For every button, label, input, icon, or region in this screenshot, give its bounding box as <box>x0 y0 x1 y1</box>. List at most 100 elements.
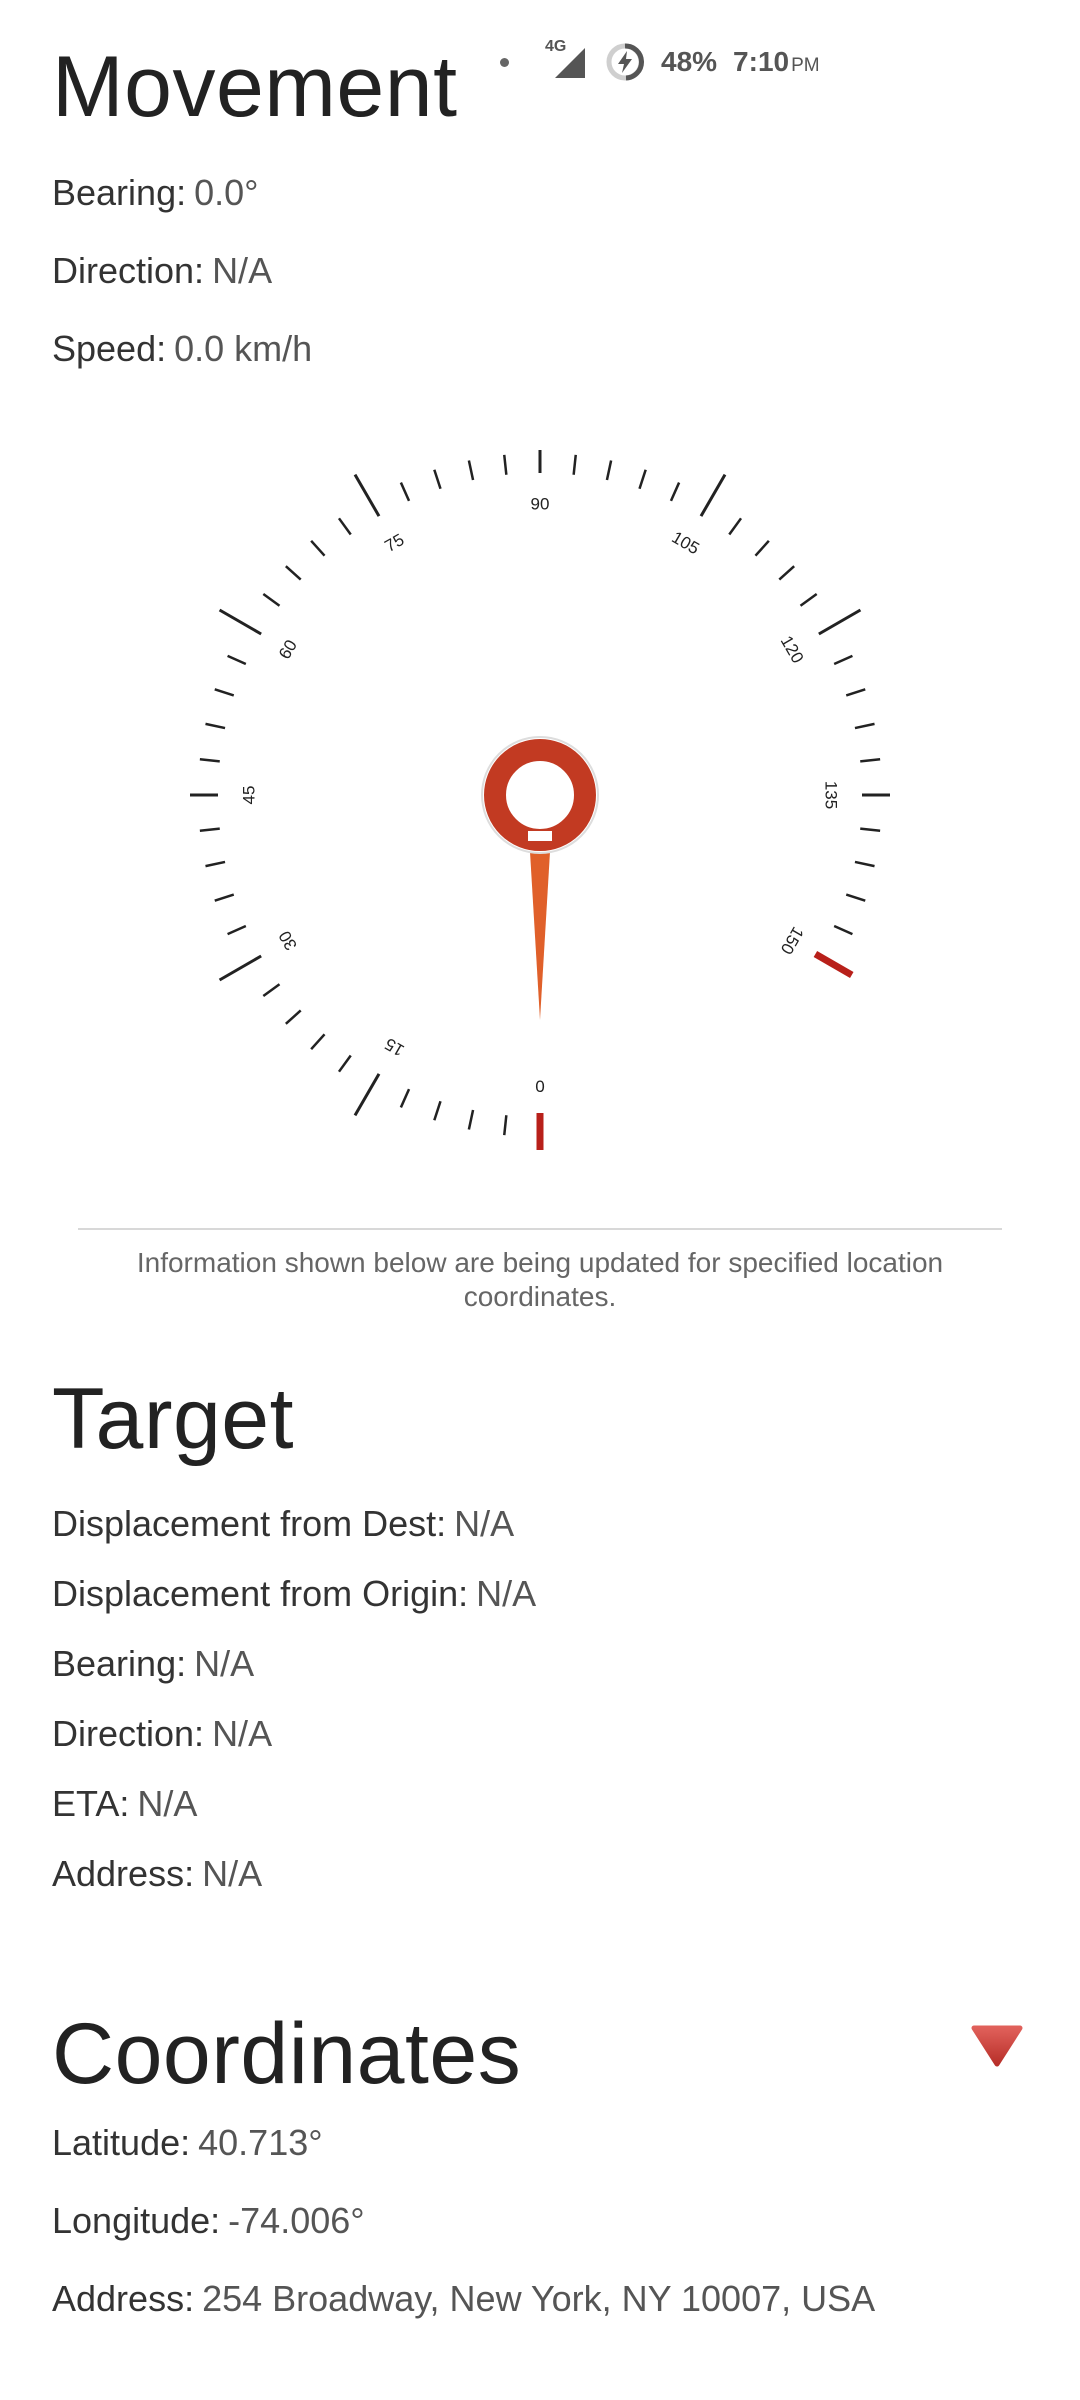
movement-speed-label: Speed: <box>52 328 167 369</box>
gauge-major-tick <box>813 950 854 979</box>
gauge-tick-label: 75 <box>382 530 408 556</box>
gauge-needle <box>529 835 551 1020</box>
target-address-row: Address: N/A <box>52 1853 262 1895</box>
gauge-minor-tick <box>310 540 326 557</box>
gauge-minor-tick <box>467 1109 475 1130</box>
gauge-minor-tick <box>833 654 853 666</box>
gauge-minor-tick <box>860 827 881 832</box>
gauge-tick-label: 15 <box>382 1034 408 1060</box>
movement-direction-value: N/A <box>212 250 273 291</box>
coordinates-address-row: Address: 254 Broadway, New York, NY 10007… <box>52 2278 875 2320</box>
gauge-minor-tick <box>399 482 411 502</box>
target-disp-dest-label: Displacement from Dest: <box>52 1503 447 1544</box>
gauge-tick-label: 0 <box>535 1077 544 1096</box>
movement-direction-row: Direction: N/A <box>52 250 272 292</box>
movement-bearing-value: 0.0° <box>194 172 259 213</box>
gauge-tick-label: 120 <box>777 632 808 666</box>
coordinates-latitude-label: Latitude: <box>52 2122 191 2163</box>
target-address-label: Address: <box>52 1853 195 1894</box>
target-address-value: N/A <box>202 1853 263 1894</box>
gauge-minor-tick <box>399 1088 411 1108</box>
target-title: Target <box>52 1371 295 1467</box>
speedometer-gauge: 0 15 30 45 60 75 90 105 120 135 150 <box>190 450 890 1150</box>
gauge-minor-tick <box>854 722 875 730</box>
gauge-minor-tick <box>845 688 866 697</box>
coordinates-address-value: 254 Broadway, New York, NY 10007, USA <box>202 2278 876 2319</box>
gauge-tick-label: 60 <box>275 637 301 663</box>
gauge-tick-label: 135 <box>822 781 841 809</box>
gauge-minor-tick <box>199 758 220 763</box>
triangle-down-icon <box>971 2025 1023 2067</box>
target-disp-origin-value: N/A <box>476 1573 537 1614</box>
clock: 7:10 PM <box>733 46 820 78</box>
gauge-major-tick <box>218 608 262 636</box>
movement-bearing-label: Bearing: <box>52 172 187 213</box>
coordinates-title: Coordinates <box>52 2006 522 2102</box>
movement-direction-label: Direction: <box>52 250 205 291</box>
target-bearing-value: N/A <box>194 1643 255 1684</box>
coordinates-address-label: Address: <box>52 2278 195 2319</box>
coordinates-longitude-label: Longitude: <box>52 2200 221 2241</box>
gauge-tick-label: 90 <box>531 494 550 513</box>
gauge-minor-tick <box>205 860 226 868</box>
gauge-minor-tick <box>754 540 770 557</box>
gauge-minor-tick <box>199 827 220 832</box>
gauge-minor-tick <box>337 517 352 536</box>
coordinates-longitude-value: -74.006° <box>228 2200 365 2241</box>
gauge-minor-tick <box>433 469 442 490</box>
gauge-tick-label: 45 <box>239 786 258 805</box>
network-type-label: 4G <box>545 38 567 55</box>
gauge-major-tick <box>353 473 381 517</box>
coordinates-latitude-row: Latitude: 40.713° <box>52 2122 323 2164</box>
gauge-tick-label: 30 <box>275 928 301 954</box>
gauge-minor-tick <box>669 482 681 502</box>
movement-title: Movement <box>52 39 458 135</box>
gauge-minor-tick <box>433 1100 442 1121</box>
gauge-minor-tick <box>262 592 281 607</box>
battery-charging-icon <box>605 42 645 82</box>
battery-percent: 48% <box>661 46 718 77</box>
target-disp-dest-row: Displacement from Dest: N/A <box>52 1503 514 1545</box>
target-bearing-label: Bearing: <box>52 1643 187 1684</box>
coordinates-latitude-value: 40.713° <box>198 2122 323 2163</box>
gauge-minor-tick <box>262 983 281 998</box>
cell-signal-icon: 4G <box>545 38 589 82</box>
coordinates-collapse-button[interactable] <box>970 2022 1024 2068</box>
section-divider <box>78 1228 1002 1230</box>
coordinates-longitude-row: Longitude: -74.006° <box>52 2200 365 2242</box>
gauge-minor-tick <box>285 1009 302 1025</box>
gauge-minor-tick <box>854 860 875 868</box>
target-direction-value: N/A <box>212 1713 273 1754</box>
gauge-minor-tick <box>337 1054 352 1073</box>
movement-bearing-row: Bearing: 0.0° <box>52 172 259 214</box>
gauge-minor-tick <box>227 924 247 936</box>
gauge-major-tick <box>699 473 727 517</box>
gauge-minor-tick <box>833 924 853 936</box>
gauge-major-tick <box>818 608 862 636</box>
target-eta-row: ETA: N/A <box>52 1783 197 1825</box>
gauge-minor-tick <box>467 460 475 481</box>
gauge-minor-tick <box>638 469 647 490</box>
gauge-minor-tick <box>503 1115 508 1136</box>
gauge-minor-tick <box>205 722 226 730</box>
gauge-major-tick <box>353 1073 381 1117</box>
gauge-minor-tick <box>310 1033 326 1050</box>
gauge-tick-label: 150 <box>777 923 808 957</box>
target-direction-label: Direction: <box>52 1713 205 1754</box>
gauge-minor-tick <box>285 565 302 581</box>
gauge-minor-tick <box>605 460 613 481</box>
status-bar: 4G 48% 7:10 PM <box>500 34 820 90</box>
info-note: Information shown below are being update… <box>136 1247 944 1312</box>
target-bearing-row: Bearing: N/A <box>52 1643 254 1685</box>
movement-speed-value: 0.0 km/h <box>174 328 313 369</box>
movement-speed-row: Speed: 0.0 km/h <box>52 328 312 370</box>
gauge-minor-tick <box>860 758 881 763</box>
target-eta-value: N/A <box>137 1783 198 1824</box>
target-direction-row: Direction: N/A <box>52 1713 272 1755</box>
gauge-minor-tick <box>728 517 743 536</box>
gauge-minor-tick <box>227 654 247 666</box>
gauge-minor-tick <box>503 454 508 475</box>
gauge-major-tick <box>218 954 262 982</box>
gauge-minor-tick <box>214 688 235 697</box>
gauge-minor-tick <box>572 454 577 475</box>
